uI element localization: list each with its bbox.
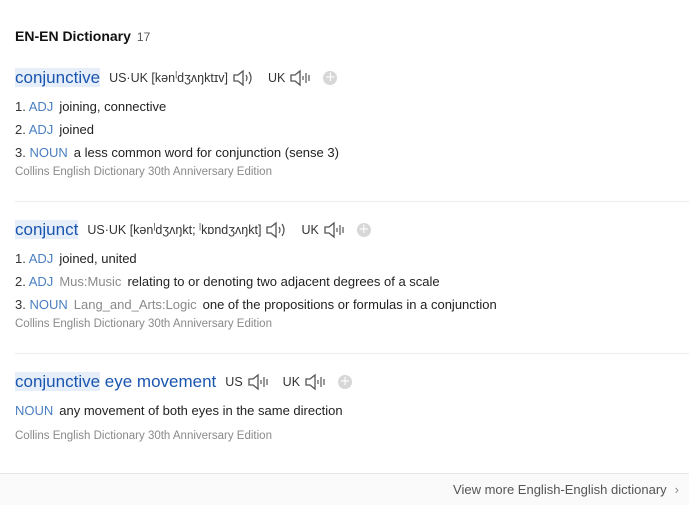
dictionary-title: EN-EN Dictionary (15, 28, 131, 44)
entry-conjunctive: conjunctive US·UK [kən|dʒʌŋktɪv] UK + 1.… (15, 66, 689, 178)
speaker-us-icon[interactable] (247, 373, 271, 391)
footer-bar: View more English-English dictionary › (0, 473, 689, 505)
uk-label: UK (301, 223, 319, 237)
result-count: 17 (136, 30, 151, 44)
headword[interactable]: conjunctive eye movement (15, 372, 216, 392)
source-label: Collins English Dictionary 30th Annivers… (15, 318, 272, 330)
source-label: Collins English Dictionary 30th Annivers… (15, 430, 272, 442)
add-to-wordbook-button[interactable]: + (338, 375, 353, 389)
pronunciation: US·UK [kən|dʒʌŋktɪv] (109, 70, 229, 86)
entry-conjunct: conjunct US·UK [kən|dʒʌŋkt; |kɒndʒʌŋkt] … (15, 218, 689, 330)
speaker-uk-icon[interactable] (289, 69, 313, 87)
speaker-uk-icon[interactable] (304, 373, 328, 391)
sense-item: 3. NOUN Lang_and_Arts:Logic one of the pro… (15, 297, 497, 312)
sense-item: 1. ADJ joining, connective (15, 99, 167, 114)
sense-item: 3. NOUN a less common word for conjunctio… (15, 145, 339, 160)
add-to-wordbook-button[interactable]: + (323, 71, 338, 85)
sense-item: 2. ADJ Mus:Music relating to or denoting t… (15, 274, 440, 289)
sense-item: 1. ADJ joined, united (15, 251, 137, 266)
chevron-right-icon: › (674, 482, 679, 497)
headword[interactable]: conjunct (15, 220, 79, 240)
speaker-icon[interactable] (232, 69, 256, 87)
uk-label: UK (268, 71, 286, 85)
source-label: Collins English Dictionary 30th Annivers… (15, 166, 272, 178)
sense-item: NOUN any movement of both eyes in the sam… (15, 403, 343, 418)
speaker-uk-icon[interactable] (323, 221, 347, 239)
divider (15, 353, 689, 354)
sense-item: 2. ADJ joined (15, 122, 95, 137)
add-to-wordbook-button[interactable]: + (356, 223, 371, 237)
headword[interactable]: conjunctive (15, 68, 101, 88)
entry-conjunctive-eye-movement: conjunctive eye movement US UK + NOUN any… (15, 370, 689, 442)
us-label: US (225, 375, 243, 389)
speaker-icon[interactable] (265, 221, 289, 239)
divider (15, 201, 689, 202)
view-more-link[interactable]: View more English-English dictionary › (453, 482, 679, 497)
pronunciation: US·UK [kən|dʒʌŋkt; |kɒndʒʌŋkt] (87, 222, 262, 238)
uk-label: UK (282, 375, 301, 389)
dictionary-header: EN-EN Dictionary 17 (15, 28, 150, 44)
